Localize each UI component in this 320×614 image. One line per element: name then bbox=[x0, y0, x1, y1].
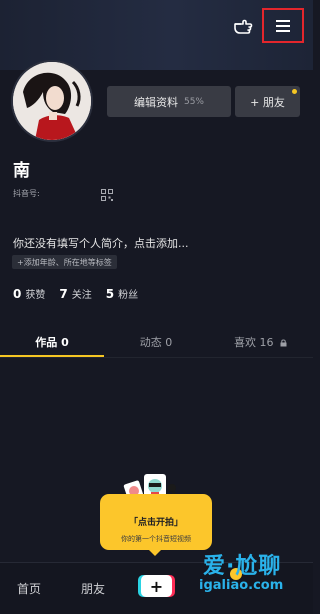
nav-friends[interactable]: 朋友 bbox=[81, 580, 105, 597]
user-id-label: 抖音号: bbox=[13, 189, 40, 198]
tab-works[interactable]: 作品 0 bbox=[0, 328, 104, 358]
content-tabs: 作品 0 动态 0 喜欢 16 bbox=[0, 328, 313, 358]
menu-button[interactable] bbox=[262, 8, 304, 43]
bubble-title: 「点击开拍」 bbox=[128, 518, 183, 528]
tab-divider bbox=[0, 357, 313, 358]
nav-home[interactable]: 首页 bbox=[17, 580, 41, 597]
profile-completion: 55% bbox=[183, 96, 204, 107]
stat-following-value: 7 bbox=[59, 287, 68, 301]
add-friend-label: + 朋友 bbox=[250, 95, 285, 109]
create-post-button[interactable]: + bbox=[138, 575, 175, 597]
stat-likes[interactable]: 0 获赞 bbox=[13, 286, 45, 301]
bio-placeholder[interactable]: 你还没有填写个人简介，点击添加... bbox=[13, 235, 189, 251]
edit-profile-button[interactable]: 编辑资料 55% bbox=[107, 86, 231, 117]
tab-activity[interactable]: 动态 0 bbox=[104, 328, 208, 358]
stat-following-label: 关注 bbox=[71, 290, 92, 301]
start-shooting-bubble[interactable]: 「点击开拍」 你的第一个抖音短视频 bbox=[100, 494, 212, 550]
stat-followers-label: 粉丝 bbox=[118, 290, 139, 301]
edit-profile-label: 编辑资料 bbox=[133, 95, 178, 109]
nickname: 南 bbox=[13, 161, 30, 181]
add-tags-chip[interactable]: +添加年龄、所在地等标签 bbox=[12, 255, 117, 269]
stat-likes-value: 0 bbox=[13, 287, 22, 301]
watermark-text: 爱·尬聊 bbox=[203, 554, 282, 579]
qr-code-icon[interactable] bbox=[101, 186, 113, 201]
bubble-subtitle: 你的第一个抖音短视频 bbox=[121, 535, 191, 543]
watermark-url: igaliao.com bbox=[199, 578, 284, 593]
tab-likes[interactable]: 喜欢 16 bbox=[208, 328, 313, 358]
avatar[interactable] bbox=[11, 60, 93, 142]
notification-dot bbox=[292, 89, 297, 94]
stat-following[interactable]: 7 关注 bbox=[59, 286, 91, 301]
stat-likes-label: 获赞 bbox=[25, 290, 46, 301]
watermark-logo: 爱·尬聊 igaliao.com bbox=[199, 548, 313, 596]
pointing-hand-icon[interactable] bbox=[232, 14, 254, 36]
bubble-tail bbox=[148, 549, 162, 556]
stat-followers-value: 5 bbox=[105, 287, 115, 301]
stats-row: 0 获赞 7 关注 5 粉丝 bbox=[13, 286, 152, 301]
hamburger-menu-icon bbox=[276, 19, 290, 32]
lock-icon bbox=[280, 339, 287, 347]
tab-likes-label: 喜欢 16 bbox=[234, 336, 274, 349]
add-friend-button[interactable]: + 朋友 bbox=[235, 86, 300, 117]
stat-followers[interactable]: 5 粉丝 bbox=[106, 286, 138, 301]
plus-icon: + bbox=[141, 575, 172, 597]
